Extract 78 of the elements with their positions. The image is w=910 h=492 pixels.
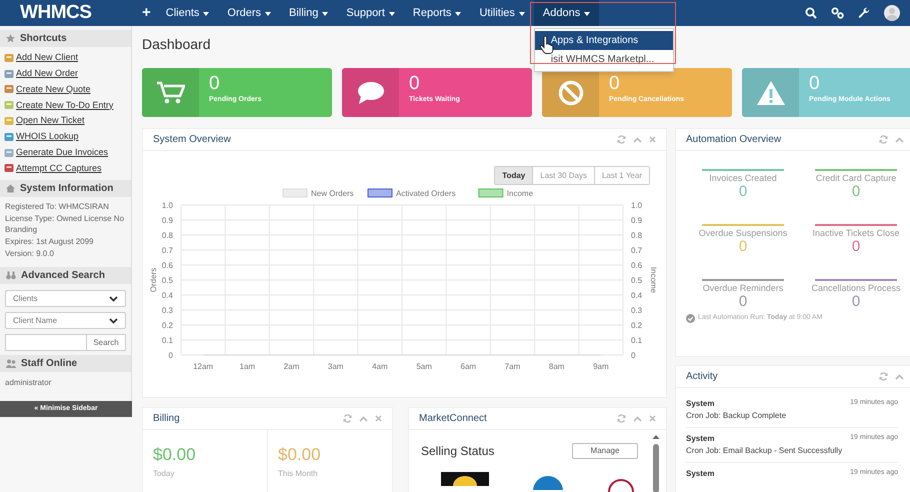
x-tick-label: 12am xyxy=(193,362,214,371)
axis-title: Orders xyxy=(149,268,158,292)
x-tick-label: 6am xyxy=(460,362,476,371)
y-tick-label: 0.5 xyxy=(162,276,173,285)
amount-label: Today xyxy=(153,468,176,480)
panel-title: Automation Overview xyxy=(686,133,782,147)
stat-value: 0 xyxy=(738,294,748,310)
activity-user: System xyxy=(686,468,714,480)
info-text: Version: 9.0.0 xyxy=(5,248,55,260)
x-tick-label: 7am xyxy=(504,362,520,371)
stat-value: 0 xyxy=(609,73,621,95)
legend-label: New Orders xyxy=(311,189,354,198)
stat-label: Overdue Reminders xyxy=(702,283,784,294)
stat-value: 0 xyxy=(738,184,748,200)
y-tick-label: 1.0 xyxy=(631,201,642,210)
legend-label: Income xyxy=(506,189,534,198)
section-header: Staff Online xyxy=(0,355,131,372)
panel-title: Billing xyxy=(153,412,180,426)
y-tick-label: 0 xyxy=(168,351,173,360)
x-tick-label: 2am xyxy=(284,362,300,371)
staff-name: administrator xyxy=(5,377,52,390)
y-tick-label: 0.3 xyxy=(162,306,173,315)
section-header: System Information xyxy=(0,180,131,198)
y-tick-label: 0.7 xyxy=(631,246,642,255)
stat-value: 0 xyxy=(852,239,860,255)
y-tick-label: 1.0 xyxy=(162,201,173,210)
stat-value: 0 xyxy=(209,73,221,95)
y-tick-label: 0.7 xyxy=(162,246,173,255)
y-tick-label: 0.9 xyxy=(162,216,173,225)
stat-label: Invoices Created xyxy=(709,173,777,184)
section-heading: Selling Status xyxy=(421,443,494,460)
y-tick-label: 0.9 xyxy=(631,216,642,225)
y-tick-label: 0 xyxy=(631,351,636,360)
x-tick-label: 4am xyxy=(372,362,388,371)
y-tick-label: 0.1 xyxy=(631,336,642,345)
x-tick-label: 8am xyxy=(548,362,564,371)
x-tick-label: 9am xyxy=(593,362,609,371)
axis-title: Income xyxy=(649,266,658,294)
info-text: Expires: 1st August 2099 xyxy=(5,236,94,248)
y-tick-label: 0.2 xyxy=(162,321,173,330)
y-tick-label: 0.5 xyxy=(631,276,642,285)
panel-title: Activity xyxy=(686,370,718,384)
x-tick-label: 5am xyxy=(416,362,432,371)
stat-label: Cancellations Process xyxy=(811,283,901,294)
activity-message: Cron Job: Backup Complete xyxy=(686,410,788,422)
y-tick-label: 0.3 xyxy=(631,306,642,315)
y-tick-label: 0.4 xyxy=(162,291,173,300)
panel-title: MarketConnect xyxy=(419,412,487,426)
y-tick-label: 0.6 xyxy=(162,261,173,270)
stat-label: Inactive Tickets Close xyxy=(812,228,900,239)
stat-value: 0 xyxy=(852,184,860,200)
activity-message: Cron Job: Email Backup - Sent Successfully xyxy=(686,445,844,457)
stat-value: 0 xyxy=(409,73,421,95)
activity-user: System xyxy=(686,398,714,410)
y-tick-label: 0.6 xyxy=(631,261,642,270)
amount-value: $0.00 xyxy=(278,444,322,466)
y-tick-label: 0.8 xyxy=(631,231,642,240)
y-tick-label: 0.4 xyxy=(631,291,642,300)
info-text: License Type: Owned License No Branding xyxy=(5,213,126,236)
info-text: Registered To: WHMCSIRAN xyxy=(5,201,110,212)
stat-label: Overdue Suspensions xyxy=(698,228,788,239)
y-tick-label: 0.2 xyxy=(631,321,642,330)
panel-title: System Overview xyxy=(153,133,231,147)
page-title: Dashboard xyxy=(142,35,210,54)
stat-value: 0 xyxy=(852,294,860,310)
y-tick-label: 0.8 xyxy=(162,231,173,240)
x-tick-label: 3am xyxy=(328,362,344,371)
legend-label: Activated Orders xyxy=(396,189,456,198)
amount-value: $0.00 xyxy=(153,444,197,466)
x-tick-label: 1am xyxy=(240,362,256,371)
amount-label: This Month xyxy=(278,468,319,480)
stat-value: 0 xyxy=(738,239,748,255)
y-tick-label: 0.1 xyxy=(162,336,173,345)
stat-value: 0 xyxy=(809,73,821,95)
section-header: Shortcuts xyxy=(0,30,131,47)
stat-label: Credit Card Capture xyxy=(816,173,896,184)
activity-user: System xyxy=(686,433,714,445)
section-header: Advanced Search xyxy=(0,267,131,284)
